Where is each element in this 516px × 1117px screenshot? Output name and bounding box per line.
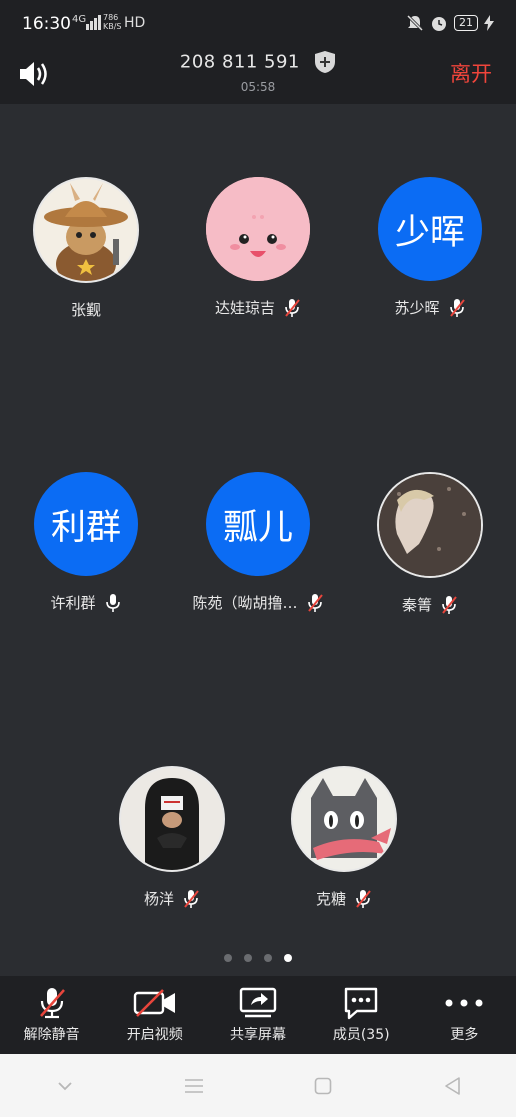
participant-tile[interactable]: 杨洋 xyxy=(86,766,258,909)
participant-name: 张觐 xyxy=(0,299,172,320)
page-dot-active[interactable] xyxy=(284,954,292,962)
page-dot[interactable] xyxy=(244,954,252,962)
avatar xyxy=(377,472,483,578)
network-type: 4G xyxy=(72,14,87,25)
speed-value: 786 xyxy=(103,13,119,22)
participant-tile[interactable]: 张觐 xyxy=(0,177,172,320)
members-button[interactable]: 成员(35) xyxy=(310,976,413,1054)
chevron-down-icon xyxy=(57,1081,72,1090)
avatar-initials: 利群 xyxy=(34,472,138,576)
participant-name: 苏少晖 xyxy=(344,297,516,318)
meeting-id: 208 811 591 xyxy=(0,50,516,74)
system-nav-bar xyxy=(0,1054,516,1117)
pink-blob-avatar xyxy=(206,177,310,281)
cat-avatar xyxy=(293,768,395,870)
home-square-icon xyxy=(314,1077,331,1094)
nav-back-button[interactable] xyxy=(432,1066,472,1106)
share-screen-button[interactable]: 共享屏幕 xyxy=(206,976,309,1054)
mic-muted-icon xyxy=(307,593,323,612)
network-speed: 786 KB/S xyxy=(103,13,122,31)
meeting-timer: 05:58 xyxy=(240,80,276,94)
mic-muted-icon xyxy=(285,298,300,317)
mic-muted-icon xyxy=(442,595,457,614)
participant-tile[interactable]: 利群 许利群 xyxy=(0,472,172,613)
avatar xyxy=(291,766,397,872)
avatar xyxy=(119,766,225,872)
participant-tile[interactable]: 瓢儿 陈苑（呦胡撸… xyxy=(172,472,344,613)
signal-icon xyxy=(86,15,101,30)
participant-tile[interactable]: 少晖 苏少晖 xyxy=(344,177,516,318)
back-triangle-icon xyxy=(444,1076,460,1095)
unmute-label: 解除静音 xyxy=(23,1027,80,1043)
meeting-id-text: 208 811 591 xyxy=(179,51,300,73)
avatar-initials: 瓢儿 xyxy=(206,472,310,576)
more-dots-icon xyxy=(445,999,483,1007)
nav-menu-button[interactable] xyxy=(174,1066,214,1106)
unmute-button[interactable]: 解除静音 xyxy=(0,976,103,1054)
battery-level: 21 xyxy=(454,15,478,31)
hd-indicator: HD xyxy=(124,15,146,31)
members-label: 成员(35) xyxy=(332,1027,390,1043)
participant-name: 克糖 xyxy=(258,888,430,909)
meeting-header: 208 811 591 05:58 离开 xyxy=(0,50,516,104)
mic-muted-icon xyxy=(39,988,65,1019)
participant-name: 杨洋 xyxy=(86,888,258,909)
participant-name-text: 陈苑（呦胡撸… xyxy=(192,594,298,612)
chat-bubble-icon xyxy=(345,987,378,1020)
mute-bell-icon xyxy=(406,14,424,32)
avatar xyxy=(206,177,310,281)
participant-name: 达娃琼吉 xyxy=(172,297,344,318)
status-bar: 16:30 4G 786 KB/S HD 21 xyxy=(0,0,516,50)
participant-name-text: 张觐 xyxy=(70,301,101,319)
avatar xyxy=(33,177,139,283)
page-dot[interactable] xyxy=(264,954,272,962)
participant-name: 陈苑（呦胡撸… xyxy=(172,592,344,613)
participant-tile[interactable]: 达娃琼吉 xyxy=(172,177,344,318)
participant-name-text: 苏少晖 xyxy=(394,299,440,317)
participant-name-text: 秦箐 xyxy=(401,596,432,614)
nav-collapse-button[interactable] xyxy=(45,1066,85,1106)
start-video-button[interactable]: 开启视频 xyxy=(103,976,206,1054)
participant-tile[interactable]: 克糖 xyxy=(258,766,430,909)
participant-name: 秦箐 xyxy=(344,594,516,615)
participant-name-text: 达娃琼吉 xyxy=(214,299,275,317)
participant-name-text: 许利群 xyxy=(50,594,96,612)
page-dot[interactable] xyxy=(224,954,232,962)
start-video-label: 开启视频 xyxy=(126,1027,183,1043)
mic-muted-icon xyxy=(356,889,371,908)
hooded-person-avatar xyxy=(121,768,223,870)
photo-avatar xyxy=(379,474,481,576)
shield-icon[interactable] xyxy=(314,50,336,74)
mic-icon xyxy=(105,593,120,612)
meeting-toolbar: 解除静音 开启视频 共享屏幕 成员(35) 更多 xyxy=(0,976,516,1054)
charging-icon xyxy=(484,15,494,31)
leave-button[interactable]: 离开 xyxy=(450,58,492,88)
more-button[interactable]: 更多 xyxy=(413,976,516,1054)
cowboy-rabbit-avatar xyxy=(44,183,128,281)
speed-unit: KB/S xyxy=(103,22,122,31)
mic-muted-icon xyxy=(449,298,465,317)
participant-tile[interactable]: 秦箐 xyxy=(344,472,516,615)
video-off-icon xyxy=(133,989,175,1017)
participant-name: 许利群 xyxy=(0,592,172,613)
share-screen-label: 共享屏幕 xyxy=(230,1027,286,1043)
status-time: 16:30 xyxy=(22,14,71,34)
mic-muted-icon xyxy=(184,889,199,908)
participant-name-text: 克糖 xyxy=(315,890,346,908)
share-screen-icon xyxy=(239,987,277,1018)
nav-home-button[interactable] xyxy=(303,1066,343,1106)
page-indicator[interactable] xyxy=(0,954,516,962)
avatar-initials: 少晖 xyxy=(378,177,482,281)
participant-name-text: 杨洋 xyxy=(143,890,174,908)
more-label: 更多 xyxy=(450,1027,479,1043)
alarm-icon xyxy=(432,17,446,31)
menu-icon xyxy=(184,1078,203,1093)
